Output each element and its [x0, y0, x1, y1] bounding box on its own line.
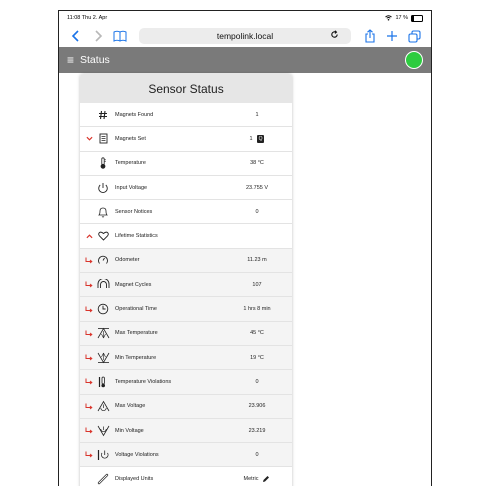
- battery-icon: [411, 14, 423, 22]
- card-title: Sensor Status: [80, 74, 292, 103]
- child-arrow-icon: [84, 403, 94, 410]
- child-arrow-icon: [84, 281, 94, 288]
- row-min-voltage: Min Voltage 23.219: [80, 418, 292, 444]
- voltage-violation-icon: [96, 448, 110, 462]
- page-title: Status: [80, 54, 110, 66]
- min-temperature-icon: [96, 351, 110, 365]
- thermometer-icon: [96, 156, 110, 170]
- forward-icon[interactable]: [89, 27, 107, 45]
- ruler-icon: [96, 472, 110, 486]
- row-temperature: Temperature 38 °C: [80, 152, 292, 176]
- bookmarks-icon[interactable]: [111, 27, 129, 45]
- row-voltage-violations: Voltage Violations 0: [80, 443, 292, 468]
- row-operational-time: Operational Time 1 hrs 8 min: [80, 297, 292, 322]
- row-magnets-found: Magnets Found 1: [80, 103, 292, 128]
- row-max-voltage: Max Voltage 23.906: [80, 394, 292, 419]
- ios-status-bar: 11:08 Thu 2. Apr 17 %: [59, 11, 431, 25]
- row-min-temperature: Min Temperature 19 °C: [80, 345, 292, 371]
- hamburger-menu-icon[interactable]: ≡: [67, 53, 74, 67]
- share-icon[interactable]: [361, 27, 379, 45]
- max-temperature-icon: [96, 326, 110, 340]
- sensor-status-card: Sensor Status Magnets Found 1 Magnets Se…: [80, 74, 292, 486]
- date: Thu 2. Apr: [81, 15, 108, 21]
- time: 11:08: [67, 15, 81, 21]
- power-icon: [96, 181, 110, 195]
- gauge-icon: [96, 253, 110, 267]
- tabs-icon[interactable]: [405, 27, 423, 45]
- min-voltage-icon: [96, 424, 110, 438]
- list-document-icon: [96, 132, 110, 146]
- child-arrow-icon: [84, 451, 94, 458]
- temperature-violation-icon: [96, 375, 110, 389]
- ipad-screen: 11:08 Thu 2. Apr 17 % tempolink.local ≡ …: [58, 10, 432, 486]
- back-icon[interactable]: [67, 27, 85, 45]
- chevron-up-icon[interactable]: [84, 234, 94, 239]
- row-magnets-set[interactable]: Magnets Set 1 Q: [80, 127, 292, 152]
- child-arrow-icon: [84, 354, 94, 361]
- row-temperature-violations: Temperature Violations 0: [80, 370, 292, 395]
- chevron-down-icon[interactable]: [84, 136, 94, 142]
- battery-percent: 17 %: [395, 15, 408, 21]
- url-bar[interactable]: tempolink.local: [139, 28, 351, 44]
- bell-icon: [96, 205, 110, 219]
- row-sensor-notices: Sensor Notices 0: [80, 200, 292, 225]
- max-voltage-icon: [96, 399, 110, 413]
- child-arrow-icon: [84, 330, 94, 337]
- clock-icon: [96, 302, 110, 316]
- browser-toolbar: tempolink.local: [59, 25, 431, 47]
- row-max-temperature: Max Temperature 45 °C: [80, 321, 292, 346]
- reload-icon[interactable]: [330, 30, 339, 39]
- child-arrow-icon: [84, 306, 94, 313]
- magnet-icon: [96, 278, 110, 292]
- url-text: tempolink.local: [216, 31, 274, 41]
- connection-status-indicator[interactable]: [405, 51, 423, 69]
- search-badge-icon[interactable]: Q: [256, 134, 265, 143]
- hash-icon: [96, 108, 110, 122]
- child-arrow-icon: [84, 427, 94, 434]
- app-header: ≡ Status: [59, 47, 431, 73]
- row-magnet-cycles: Magnet Cycles 107: [80, 273, 292, 298]
- wifi-icon: [385, 15, 393, 21]
- child-arrow-icon: [84, 257, 94, 264]
- row-input-voltage: Input Voltage 23.755 V: [80, 176, 292, 201]
- row-displayed-units[interactable]: Displayed Units Metric: [80, 467, 292, 486]
- heart-icon: [96, 229, 110, 243]
- row-odometer: Odometer 11.23 m: [80, 248, 292, 274]
- edit-pencil-icon[interactable]: [262, 475, 270, 483]
- new-tab-icon[interactable]: [383, 27, 401, 45]
- row-lifetime-statistics[interactable]: Lifetime Statistics: [80, 224, 292, 249]
- child-arrow-icon: [84, 378, 94, 385]
